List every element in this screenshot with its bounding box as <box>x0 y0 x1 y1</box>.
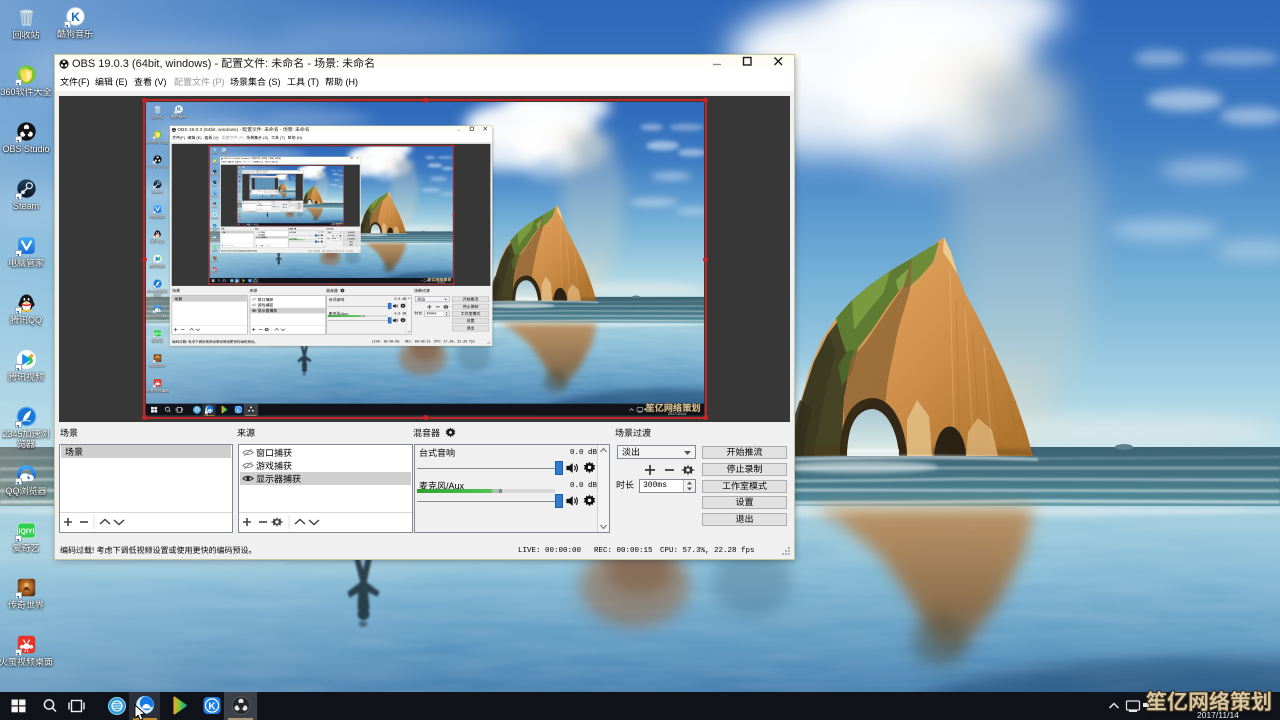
svg-text:K: K <box>71 10 80 24</box>
svg-text:K: K <box>208 702 216 713</box>
svg-text:K: K <box>177 107 181 113</box>
